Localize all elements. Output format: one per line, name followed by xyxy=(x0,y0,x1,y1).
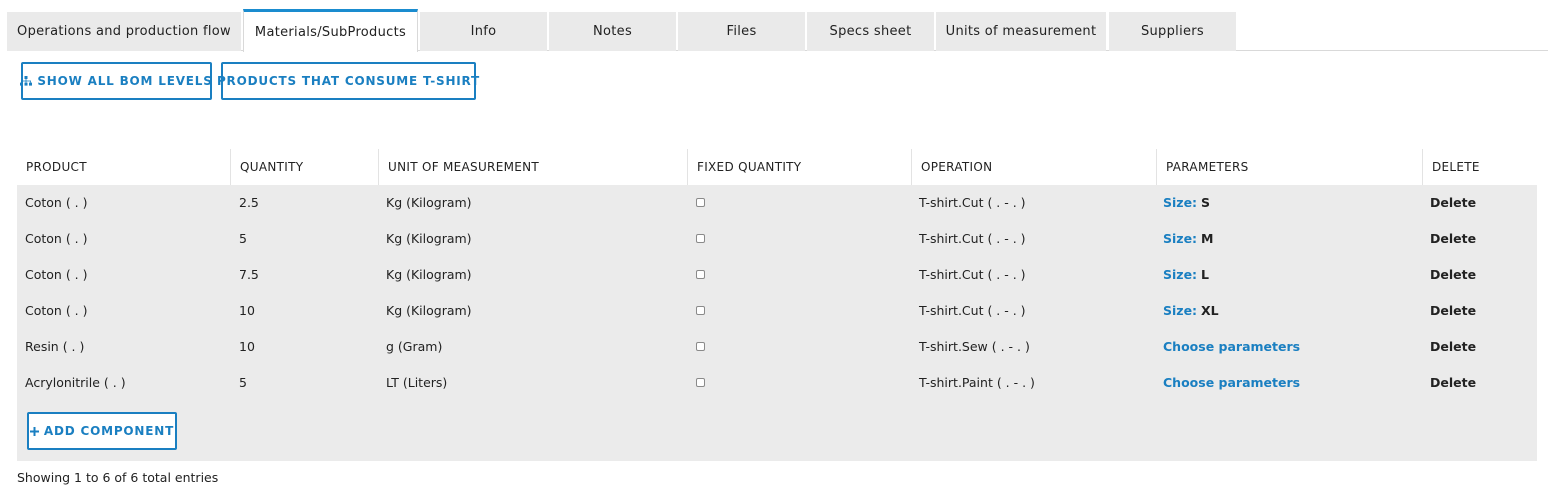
fixed-quantity-checkbox[interactable] xyxy=(696,270,705,279)
cell-parameters: Size: XL xyxy=(1155,293,1219,329)
cell-product: Acrylonitrile ( . ) xyxy=(25,375,126,390)
tab-info[interactable]: Info xyxy=(420,12,547,51)
header-product[interactable]: PRODUCT xyxy=(17,149,231,185)
cell-parameters: Size: S xyxy=(1155,185,1210,221)
cell-parameters: Choose parameters xyxy=(1155,329,1300,365)
tab-materials[interactable]: Materials/SubProducts xyxy=(243,9,418,52)
cell-unit: Kg (Kilogram) xyxy=(386,267,472,282)
cell-operation: T-shirt.Sew ( . - . ) xyxy=(919,339,1030,354)
tab-operations[interactable]: Operations and production flow xyxy=(7,12,241,51)
add-component-button[interactable]: ADD COMPONENT xyxy=(27,412,177,450)
cell-quantity: 7.5 xyxy=(239,267,259,282)
components-table: PRODUCT QUANTITY UNIT OF MEASUREMENT FIX… xyxy=(17,149,1537,461)
size-value: M xyxy=(1201,231,1214,246)
size-value: XL xyxy=(1201,303,1219,318)
tab-suppliers[interactable]: Suppliers xyxy=(1109,12,1236,51)
table-row: Coton ( . ) 5 Kg (Kilogram) T-shirt.Cut … xyxy=(17,221,1537,257)
products-that-consume-button[interactable]: PRODUCTS THAT CONSUME T-SHIRT xyxy=(217,62,479,100)
fixed-quantity-checkbox[interactable] xyxy=(696,234,705,243)
cell-product: Coton ( . ) xyxy=(25,195,88,210)
delete-link[interactable]: Delete xyxy=(1422,221,1476,257)
add-component-label: ADD COMPONENT xyxy=(43,424,175,438)
header-unit[interactable]: UNIT OF MEASUREMENT xyxy=(379,149,687,185)
size-parameter-link[interactable]: Size: xyxy=(1163,303,1197,318)
cell-operation: T-shirt.Paint ( . - . ) xyxy=(919,375,1035,390)
tab-units[interactable]: Units of measurement xyxy=(936,12,1106,51)
delete-link[interactable]: Delete xyxy=(1422,185,1476,221)
size-value: L xyxy=(1201,267,1209,282)
table-row: Coton ( . ) 2.5 Kg (Kilogram) T-shirt.Cu… xyxy=(17,185,1537,221)
cell-parameters: Size: M xyxy=(1155,221,1213,257)
sitemap-icon xyxy=(20,76,33,86)
delete-link[interactable]: Delete xyxy=(1422,329,1476,365)
cell-parameters: Size: L xyxy=(1155,257,1209,293)
header-operation[interactable]: OPERATION xyxy=(912,149,1156,185)
cell-unit: LT (Liters) xyxy=(386,375,448,390)
size-parameter-link[interactable]: Size: xyxy=(1163,231,1197,246)
tab-notes[interactable]: Notes xyxy=(549,12,676,51)
cell-parameters: Choose parameters xyxy=(1155,365,1300,401)
table-body: Coton ( . ) 2.5 Kg (Kilogram) T-shirt.Cu… xyxy=(17,185,1537,461)
tab-specs-sheet[interactable]: Specs sheet xyxy=(807,12,934,51)
cell-product: Coton ( . ) xyxy=(25,303,88,318)
cell-unit: Kg (Kilogram) xyxy=(386,195,472,210)
choose-parameters-link[interactable]: Choose parameters xyxy=(1163,375,1300,390)
show-all-bom-levels-button[interactable]: SHOW ALL BOM LEVELS xyxy=(20,62,213,100)
size-parameter-link[interactable]: Size: xyxy=(1163,195,1197,210)
cell-unit: Kg (Kilogram) xyxy=(386,303,472,318)
choose-parameters-link[interactable]: Choose parameters xyxy=(1163,339,1300,354)
delete-link[interactable]: Delete xyxy=(1422,293,1476,329)
cell-quantity: 5 xyxy=(239,375,247,390)
cell-product: Resin ( . ) xyxy=(25,339,85,354)
tab-files[interactable]: Files xyxy=(678,12,805,51)
cell-product: Coton ( . ) xyxy=(25,267,88,282)
size-parameter-link[interactable]: Size: xyxy=(1163,267,1197,282)
cell-unit: g (Gram) xyxy=(386,339,443,354)
cell-operation: T-shirt.Cut ( . - . ) xyxy=(919,267,1026,282)
cell-unit: Kg (Kilogram) xyxy=(386,231,472,246)
size-value: S xyxy=(1201,195,1211,210)
show-all-bom-levels-label: SHOW ALL BOM LEVELS xyxy=(37,74,213,88)
header-parameters[interactable]: PARAMETERS xyxy=(1157,149,1422,185)
table-row: Coton ( . ) 10 Kg (Kilogram) T-shirt.Cut… xyxy=(17,293,1537,329)
cell-quantity: 10 xyxy=(239,303,255,318)
header-fixed-quantity[interactable]: FIXED QUANTITY xyxy=(688,149,912,185)
delete-link[interactable]: Delete xyxy=(1422,257,1476,293)
cell-quantity: 10 xyxy=(239,339,255,354)
tab-bar: Operations and production flow Materials… xyxy=(7,9,1548,52)
cell-operation: T-shirt.Cut ( . - . ) xyxy=(919,195,1026,210)
cell-quantity: 5 xyxy=(239,231,247,246)
header-quantity[interactable]: QUANTITY xyxy=(231,149,378,185)
cell-product: Coton ( . ) xyxy=(25,231,88,246)
cell-operation: T-shirt.Cut ( . - . ) xyxy=(919,303,1026,318)
fixed-quantity-checkbox[interactable] xyxy=(696,342,705,351)
table-row: Acrylonitrile ( . ) 5 LT (Liters) T-shir… xyxy=(17,365,1537,401)
entries-info: Showing 1 to 6 of 6 total entries xyxy=(17,470,219,485)
table-row: Resin ( . ) 10 g (Gram) T-shirt.Sew ( . … xyxy=(17,329,1537,365)
delete-link[interactable]: Delete xyxy=(1422,365,1476,401)
table-row: Coton ( . ) 7.5 Kg (Kilogram) T-shirt.Cu… xyxy=(17,257,1537,293)
fixed-quantity-checkbox[interactable] xyxy=(696,378,705,387)
cell-operation: T-shirt.Cut ( . - . ) xyxy=(919,231,1026,246)
plus-icon xyxy=(29,426,39,436)
cell-quantity: 2.5 xyxy=(239,195,259,210)
fixed-quantity-checkbox[interactable] xyxy=(696,306,705,315)
header-delete[interactable]: DELETE xyxy=(1423,149,1537,185)
fixed-quantity-checkbox[interactable] xyxy=(696,198,705,207)
table-header: PRODUCT QUANTITY UNIT OF MEASUREMENT FIX… xyxy=(17,149,1537,185)
